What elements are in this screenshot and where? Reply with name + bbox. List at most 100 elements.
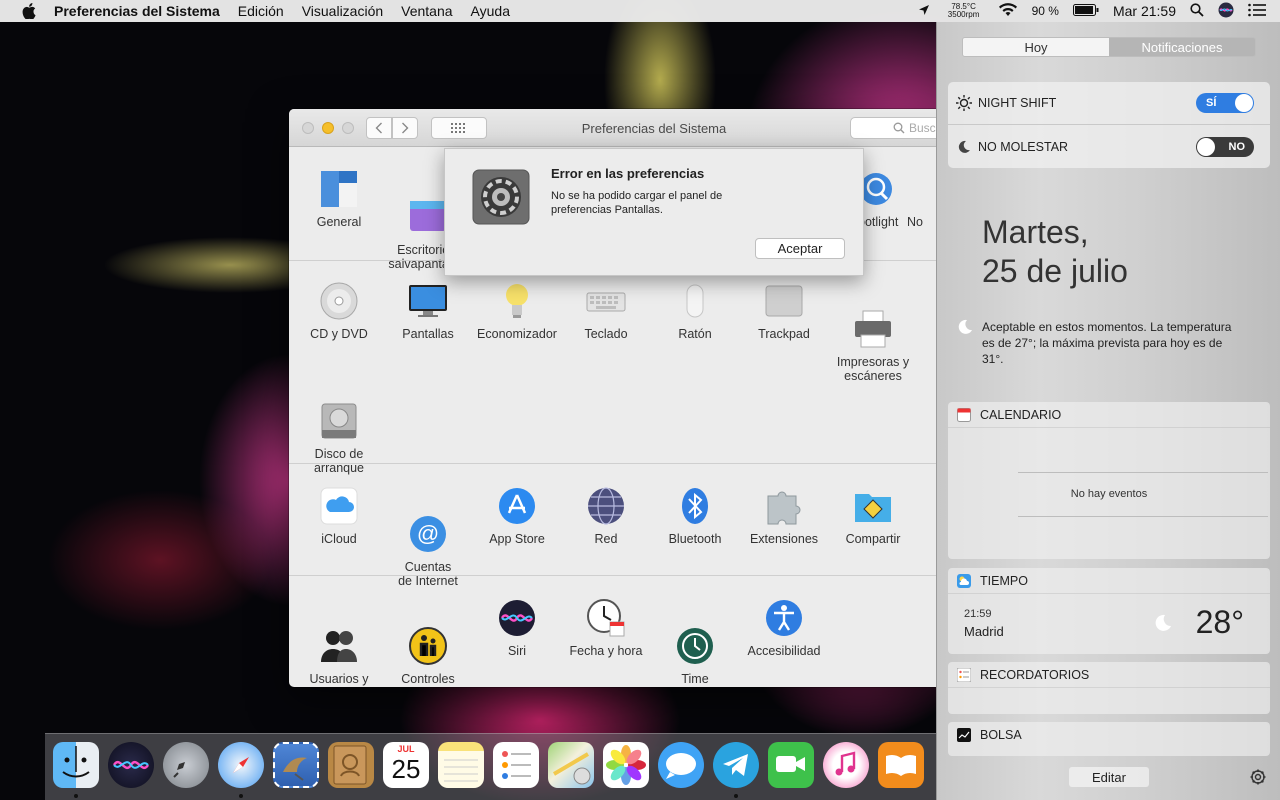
spotlight-icon[interactable] bbox=[1190, 2, 1204, 20]
stocks-widget: BOLSA bbox=[948, 722, 1270, 756]
users-icon bbox=[319, 612, 359, 662]
sun-icon bbox=[956, 95, 972, 111]
menu-view[interactable]: Visualización bbox=[302, 3, 383, 19]
tab-notifications[interactable]: Notificaciones bbox=[1109, 38, 1255, 56]
pref-displays[interactable]: Pantallas bbox=[383, 281, 473, 341]
dock-photos-icon[interactable] bbox=[603, 742, 649, 788]
printer-icon bbox=[853, 295, 893, 348]
menu-app-name[interactable]: Preferencias del Sistema bbox=[54, 3, 220, 19]
pref-network[interactable]: Red bbox=[561, 486, 651, 546]
moon-icon bbox=[1154, 614, 1172, 637]
pref-general[interactable]: General bbox=[294, 169, 384, 229]
dock-mail-icon[interactable] bbox=[273, 742, 319, 788]
pref-energy-saver[interactable]: Economizador bbox=[472, 281, 562, 341]
dock-contacts-icon[interactable] bbox=[328, 742, 374, 788]
tab-today[interactable]: Hoy bbox=[963, 38, 1109, 56]
calendar-icon bbox=[957, 407, 971, 422]
siri-menu-icon[interactable] bbox=[1218, 2, 1234, 21]
pref-icloud[interactable]: iCloud bbox=[294, 486, 384, 546]
battery-percentage[interactable]: 90 % bbox=[1032, 4, 1059, 18]
pref-parental-controls[interactable]: Controles parentales bbox=[383, 598, 473, 687]
menu-window[interactable]: Ventana bbox=[401, 3, 452, 19]
globe-icon bbox=[586, 486, 626, 526]
pref-extensions[interactable]: Extensiones bbox=[739, 486, 829, 546]
dock-calendar-icon[interactable]: JUL 25 bbox=[383, 742, 429, 788]
puzzle-icon bbox=[764, 486, 804, 526]
battery-icon[interactable] bbox=[1072, 3, 1099, 19]
pref-app-store[interactable]: App Store bbox=[472, 486, 562, 546]
trackpad-icon bbox=[764, 281, 804, 321]
window-title: Preferencias del Sistema bbox=[581, 121, 727, 136]
menu-help[interactable]: Ayuda bbox=[471, 3, 510, 19]
prefs-section-internet: iCloud @ Cuentas de Internet App Store R… bbox=[289, 463, 941, 588]
dock-reminders-icon[interactable] bbox=[493, 742, 539, 788]
dock-launchpad-icon[interactable] bbox=[163, 742, 209, 788]
window-titlebar: Preferencias del Sistema Busc bbox=[289, 109, 941, 147]
dock-itunes-icon[interactable] bbox=[823, 742, 869, 788]
calendar-month: JUL bbox=[397, 744, 415, 754]
date-weekday: Martes, bbox=[982, 214, 1089, 250]
pref-trackpad[interactable]: Trackpad bbox=[739, 281, 829, 341]
menu-clock[interactable]: Mar 21:59 bbox=[1113, 3, 1176, 19]
dock-telegram-icon[interactable] bbox=[713, 742, 759, 788]
pref-accessibility[interactable]: Accesibilidad bbox=[739, 598, 829, 658]
pref-date-time[interactable]: Fecha y hora bbox=[561, 598, 651, 658]
menu-edit[interactable]: Edición bbox=[238, 3, 284, 19]
preferences-gear-icon bbox=[472, 169, 530, 225]
night-shift-toggle[interactable]: SÍ bbox=[1196, 93, 1254, 113]
error-message: No se ha podido cargar el panel de prefe… bbox=[551, 190, 723, 216]
pref-siri[interactable]: Siri bbox=[472, 598, 562, 658]
weather-location-row[interactable]: 21:59 Madrid 28° bbox=[948, 604, 1270, 654]
temperature-monitor[interactable]: 78.5°C 3500rpm bbox=[944, 3, 984, 19]
pref-keyboard[interactable]: Teclado bbox=[561, 281, 651, 341]
calendar-day: 25 bbox=[391, 754, 421, 784]
pref-printers[interactable]: Impresoras y escáneres bbox=[828, 281, 918, 397]
pref-cd-dvd[interactable]: CD y DVD bbox=[294, 281, 384, 341]
no-events-text: No hay eventos bbox=[1070, 488, 1148, 500]
weather-app-icon bbox=[957, 573, 971, 588]
dock-finder-icon[interactable] bbox=[53, 742, 99, 788]
nc-tab-group: Hoy Notificaciones bbox=[962, 37, 1256, 57]
pref-mouse[interactable]: Ratón bbox=[650, 281, 740, 341]
moon-icon bbox=[956, 139, 972, 155]
do-not-disturb-toggle[interactable]: NO bbox=[1196, 136, 1254, 157]
dock-facetime-icon[interactable] bbox=[768, 742, 814, 788]
pref-sharing[interactable]: Compartir bbox=[828, 486, 918, 546]
reminders-icon bbox=[957, 667, 971, 682]
edit-button[interactable]: Editar bbox=[1069, 767, 1149, 787]
weather-temperature: 28° bbox=[1195, 604, 1244, 640]
prefs-section-hardware: CD y DVD Pantallas Economizador Teclado … bbox=[289, 260, 941, 475]
search-input[interactable]: Busc bbox=[850, 117, 941, 139]
weather-widget-header[interactable]: TIEMPO bbox=[948, 568, 1270, 594]
dock-siri-icon[interactable] bbox=[108, 742, 154, 788]
do-not-disturb-row: NO MOLESTAR NO bbox=[948, 125, 1270, 168]
dock-notes-icon[interactable] bbox=[438, 742, 484, 788]
error-title: Error en las preferencias bbox=[551, 166, 705, 181]
wifi-icon[interactable] bbox=[998, 2, 1018, 20]
reminders-widget-header[interactable]: RECORDATORIOS bbox=[948, 662, 1270, 688]
pref-bluetooth[interactable]: Bluetooth bbox=[650, 486, 740, 546]
weather-summary: Aceptable en estos momentos. La temperat… bbox=[982, 320, 1232, 366]
notification-center: Hoy Notificaciones NIGHT SHIFT SÍ NO MOL… bbox=[936, 22, 1280, 800]
dock-safari-icon[interactable] bbox=[218, 742, 264, 788]
dock-maps-icon[interactable] bbox=[548, 742, 594, 788]
toggle-knob bbox=[1197, 137, 1215, 156]
accept-button[interactable]: Aceptar bbox=[755, 238, 845, 259]
night-shift-row: NIGHT SHIFT SÍ bbox=[948, 82, 1270, 125]
calendar-widget: CALENDARIO No hay eventos bbox=[948, 402, 1270, 559]
general-icon bbox=[319, 169, 359, 209]
stocks-widget-header[interactable]: BOLSA bbox=[948, 722, 1270, 748]
moon-cloud-icon bbox=[957, 319, 973, 340]
reminders-widget: RECORDATORIOS bbox=[948, 662, 1270, 714]
apple-menu-icon[interactable] bbox=[20, 3, 38, 19]
notification-center-icon[interactable] bbox=[1248, 3, 1266, 20]
dock-ibooks-icon[interactable] bbox=[878, 742, 924, 788]
dock-messages-icon[interactable] bbox=[658, 742, 704, 788]
bluetooth-icon bbox=[675, 486, 715, 526]
pref-time-machine[interactable]: Time Machine bbox=[650, 598, 740, 687]
lightbulb-icon bbox=[497, 281, 537, 321]
location-arrow-icon[interactable] bbox=[918, 3, 930, 19]
calendar-widget-header[interactable]: CALENDARIO bbox=[948, 402, 1270, 428]
gear-icon[interactable] bbox=[1250, 769, 1266, 790]
pref-users-groups[interactable]: Usuarios y grupos bbox=[294, 598, 384, 687]
